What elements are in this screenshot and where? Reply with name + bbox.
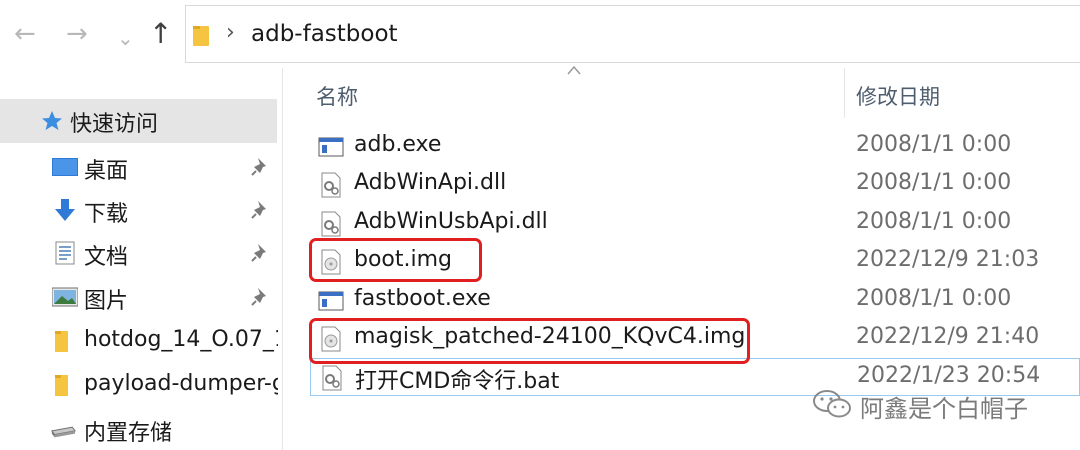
toolbar: ← → ⌄ ↑ › adb-fastboot bbox=[0, 0, 1080, 68]
highlight-box bbox=[309, 318, 750, 364]
sidebar-item-label: 内置存储 bbox=[84, 421, 173, 446]
watermark: 阿鑫是个白帽子 bbox=[812, 388, 1028, 424]
star-icon bbox=[42, 111, 62, 130]
sort-ascending-icon bbox=[567, 65, 581, 75]
file-name: AdbWinUsbApi.dll bbox=[354, 209, 548, 234]
sidebar-item-downloads[interactable]: 下载 bbox=[0, 190, 282, 230]
desktop-icon bbox=[52, 158, 78, 176]
file-date: 2022/12/9 21:03 bbox=[856, 247, 1040, 272]
breadcrumb-separator: › bbox=[226, 20, 235, 45]
column-header-name[interactable]: 名称 bbox=[316, 81, 358, 111]
sidebar-item-label: payload-dumper-g bbox=[84, 371, 278, 396]
folder-icon bbox=[193, 26, 209, 46]
file-name: 打开CMD命令行.bat bbox=[355, 369, 560, 394]
exe-icon bbox=[318, 137, 344, 157]
watermark-text: 阿鑫是个白帽子 bbox=[860, 395, 1028, 423]
back-button[interactable]: ← bbox=[14, 20, 36, 48]
sidebar-item-folder[interactable]: hotdog_14_O.07_1 bbox=[0, 321, 282, 361]
file-name: AdbWinApi.dll bbox=[354, 170, 507, 195]
bat-icon bbox=[322, 365, 342, 391]
file-date: 2008/1/1 0:00 bbox=[856, 170, 1012, 195]
sidebar-item-label: 桌面 bbox=[84, 159, 129, 184]
sidebar-item-label: hotdog_14_O.07_1 bbox=[84, 327, 278, 352]
file-date: 2022/1/23 20:54 bbox=[857, 363, 1041, 388]
dll-icon bbox=[321, 211, 341, 237]
highlight-box bbox=[309, 238, 482, 282]
folder-icon bbox=[55, 375, 68, 396]
file-date: 2008/1/1 0:00 bbox=[856, 286, 1012, 311]
column-resize-handle[interactable] bbox=[844, 68, 845, 118]
folder-icon bbox=[55, 331, 68, 352]
sidebar-item-label: 快速访问 bbox=[70, 112, 159, 137]
dll-icon bbox=[321, 172, 341, 198]
file-name: adb.exe bbox=[354, 132, 442, 157]
recent-locations-button[interactable]: ⌄ bbox=[117, 24, 134, 52]
document-icon bbox=[55, 241, 75, 265]
sidebar-item-folder[interactable]: payload-dumper-g bbox=[0, 365, 282, 405]
file-row[interactable]: AdbWinApi.dll 2008/1/1 0:00 bbox=[310, 166, 1080, 204]
pin-icon[interactable] bbox=[250, 241, 272, 265]
download-icon bbox=[55, 199, 75, 221]
pin-icon[interactable] bbox=[250, 285, 272, 309]
sidebar-item-desktop[interactable]: 桌面 bbox=[0, 147, 282, 187]
address-bar[interactable]: › adb-fastboot bbox=[185, 5, 1080, 63]
file-date: 2008/1/1 0:00 bbox=[856, 132, 1012, 157]
navigation-pane: 快速访问 桌面 下载 文档 图片 hotdog_14_O.07_1 payloa… bbox=[0, 68, 282, 450]
sidebar-item-internal-storage[interactable]: 内置存储 bbox=[0, 409, 282, 449]
column-header-date-modified[interactable]: 修改日期 bbox=[856, 81, 940, 111]
sidebar-item-documents[interactable]: 文档 bbox=[0, 233, 282, 273]
forward-button[interactable]: → bbox=[66, 20, 88, 48]
file-date: 2008/1/1 0:00 bbox=[856, 209, 1012, 234]
sidebar-item-label: 下载 bbox=[84, 202, 129, 227]
pane-divider[interactable] bbox=[282, 68, 283, 450]
drive-icon bbox=[51, 426, 76, 438]
sidebar-item-label: 文档 bbox=[84, 245, 129, 270]
pictures-icon bbox=[52, 287, 78, 307]
file-row[interactable]: fastboot.exe 2008/1/1 0:00 bbox=[310, 282, 1080, 320]
sidebar-item-label: 图片 bbox=[84, 289, 129, 314]
up-button[interactable]: ↑ bbox=[149, 20, 172, 48]
wechat-icon bbox=[813, 390, 851, 418]
breadcrumb-current-folder[interactable]: adb-fastboot bbox=[251, 21, 398, 47]
file-date: 2022/12/9 21:40 bbox=[856, 324, 1040, 349]
pin-icon[interactable] bbox=[250, 198, 272, 222]
sidebar-item-pictures[interactable]: 图片 bbox=[0, 277, 282, 317]
pin-icon[interactable] bbox=[250, 155, 272, 179]
file-name: fastboot.exe bbox=[354, 286, 491, 311]
exe-icon bbox=[318, 291, 344, 311]
sidebar-item-quick-access[interactable]: 快速访问 bbox=[0, 99, 277, 143]
file-row[interactable]: adb.exe 2008/1/1 0:00 bbox=[310, 128, 1080, 166]
